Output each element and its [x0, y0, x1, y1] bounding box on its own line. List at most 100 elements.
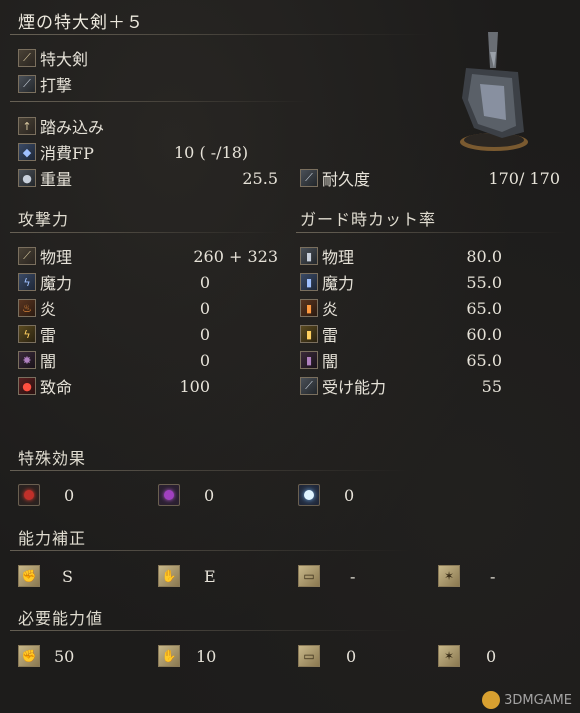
attack-row: ● 致命 — [18, 375, 72, 397]
greatsword-icon: ⟋ — [18, 49, 36, 67]
fp-icon: ◆ — [18, 143, 36, 161]
guard-row: ▮ 闇 — [300, 349, 338, 371]
critical-icon: ● — [18, 377, 36, 395]
lightning-icon: ϟ — [18, 325, 36, 343]
strength-icon: ✊ — [18, 565, 40, 587]
intelligence-icon: ▭ — [298, 645, 320, 667]
shield-lightning-icon: ▮ — [300, 325, 318, 343]
attack-value: 100 — [179, 377, 210, 396]
title-divider — [10, 34, 430, 35]
weapon-skill: 踏み込み — [40, 118, 105, 137]
attack-type: 打撃 — [40, 76, 73, 95]
guard-row: ▮ 炎 — [300, 297, 338, 319]
dexterity-icon: ✋ — [158, 645, 180, 667]
frost-icon — [298, 484, 320, 506]
watermark: 3DMGAME — [482, 691, 572, 709]
shield-fire-icon: ▮ — [300, 299, 318, 317]
guard-label: 闇 — [322, 352, 339, 371]
attack-row: ♨ 炎 — [18, 297, 56, 319]
faith-icon: ✶ — [438, 645, 460, 667]
attack-row: ϟ 雷 — [18, 323, 56, 345]
guard-heading: ガード時カット率 — [300, 210, 437, 229]
attack-label: 物理 — [40, 248, 73, 267]
weight-icon: ● — [18, 169, 36, 187]
item-title: 煙の特大剣＋５ — [18, 13, 144, 33]
fp-row: ◆ 消費FP — [18, 141, 94, 163]
attack-value: 0 — [199, 273, 210, 292]
weight-row: ● 重量 — [18, 167, 72, 189]
attack-label: 闇 — [40, 352, 57, 371]
intelligence-requirement: 0 — [346, 647, 357, 666]
magic-icon: ϟ — [18, 273, 36, 291]
poison-icon — [158, 484, 180, 506]
guard-value: 55.0 — [466, 273, 502, 292]
weapon-image — [432, 28, 542, 156]
fp-label: 消費FP — [40, 144, 94, 163]
dexterity-requirement: 10 — [196, 647, 217, 666]
attack-row: ϟ 魔力 — [18, 271, 72, 293]
guard-value: 65.0 — [466, 351, 502, 370]
guard-row: ⟋ 受け能力 — [300, 375, 386, 397]
durability-row: ⟋ 耐久度 — [300, 167, 370, 189]
scaling-heading: 能力補正 — [18, 529, 87, 548]
divider — [10, 470, 410, 471]
attack-label: 炎 — [40, 300, 57, 319]
durability-label: 耐久度 — [322, 170, 371, 189]
attack-row: ✸ 闇 — [18, 349, 56, 371]
guard-row: ▮ 物理 — [300, 245, 354, 267]
special-heading: 特殊効果 — [18, 449, 87, 468]
attack-value: 0 — [199, 299, 210, 318]
requirements-heading: 必要能力値 — [18, 609, 104, 628]
dexterity-icon: ✋ — [158, 565, 180, 587]
strength-scaling: S — [62, 567, 73, 586]
attack-label: 魔力 — [40, 274, 73, 293]
attack-value: 0 — [199, 351, 210, 370]
guard-row: ▮ 雷 — [300, 323, 338, 345]
weapon-type-row: ⟋ 特大剣 — [18, 47, 88, 69]
strength-icon: ✊ — [18, 645, 40, 667]
divider — [10, 101, 310, 102]
weapon-type: 特大剣 — [40, 50, 89, 69]
divider — [296, 232, 566, 233]
attack-value: 260 + 323 — [193, 247, 278, 266]
guard-value: 65.0 — [466, 299, 502, 318]
guard-label: 受け能力 — [322, 378, 387, 397]
durability-value: 170/ 170 — [488, 169, 560, 188]
guard-label: 雷 — [322, 326, 339, 345]
attack-label: 雷 — [40, 326, 57, 345]
intelligence-scaling: - — [350, 567, 356, 586]
shield-magic-icon: ▮ — [300, 273, 318, 291]
durability-icon: ⟋ — [300, 169, 318, 187]
weight-value: 25.5 — [242, 169, 278, 188]
guard-value: 55 — [481, 377, 502, 396]
attack-value: 0 — [199, 325, 210, 344]
attack-row: ⟋ 物理 — [18, 245, 72, 267]
skill-icon: ↑ — [18, 117, 36, 135]
faith-requirement: 0 — [486, 647, 497, 666]
guard-row: ▮ 魔力 — [300, 271, 354, 293]
attack-type-row: ⟋ 打撃 — [18, 73, 72, 95]
weight-label: 重量 — [40, 170, 73, 189]
guard-value: 60.0 — [466, 325, 502, 344]
attack-label: 致命 — [40, 378, 73, 397]
bleed-icon — [18, 484, 40, 506]
strike-icon: ⟋ — [18, 75, 36, 93]
intelligence-icon: ▭ — [298, 565, 320, 587]
watermark-text: 3DMGAME — [504, 692, 572, 708]
guard-label: 魔力 — [322, 274, 355, 293]
skill-row: ↑ 踏み込み — [18, 115, 104, 137]
guard-value: 80.0 — [466, 247, 502, 266]
guard-label: 炎 — [322, 300, 339, 319]
divider — [10, 550, 410, 551]
fp-value: 10 ( -/18) — [174, 143, 249, 162]
attack-heading: 攻撃力 — [18, 210, 70, 229]
fire-icon: ♨ — [18, 299, 36, 317]
poison-value: 0 — [204, 486, 215, 505]
shield-dark-icon: ▮ — [300, 351, 318, 369]
divider — [10, 232, 280, 233]
dark-icon: ✸ — [18, 351, 36, 369]
faith-icon: ✶ — [438, 565, 460, 587]
divider — [10, 630, 410, 631]
dexterity-scaling: E — [204, 567, 216, 586]
watermark-logo-icon — [482, 691, 501, 709]
